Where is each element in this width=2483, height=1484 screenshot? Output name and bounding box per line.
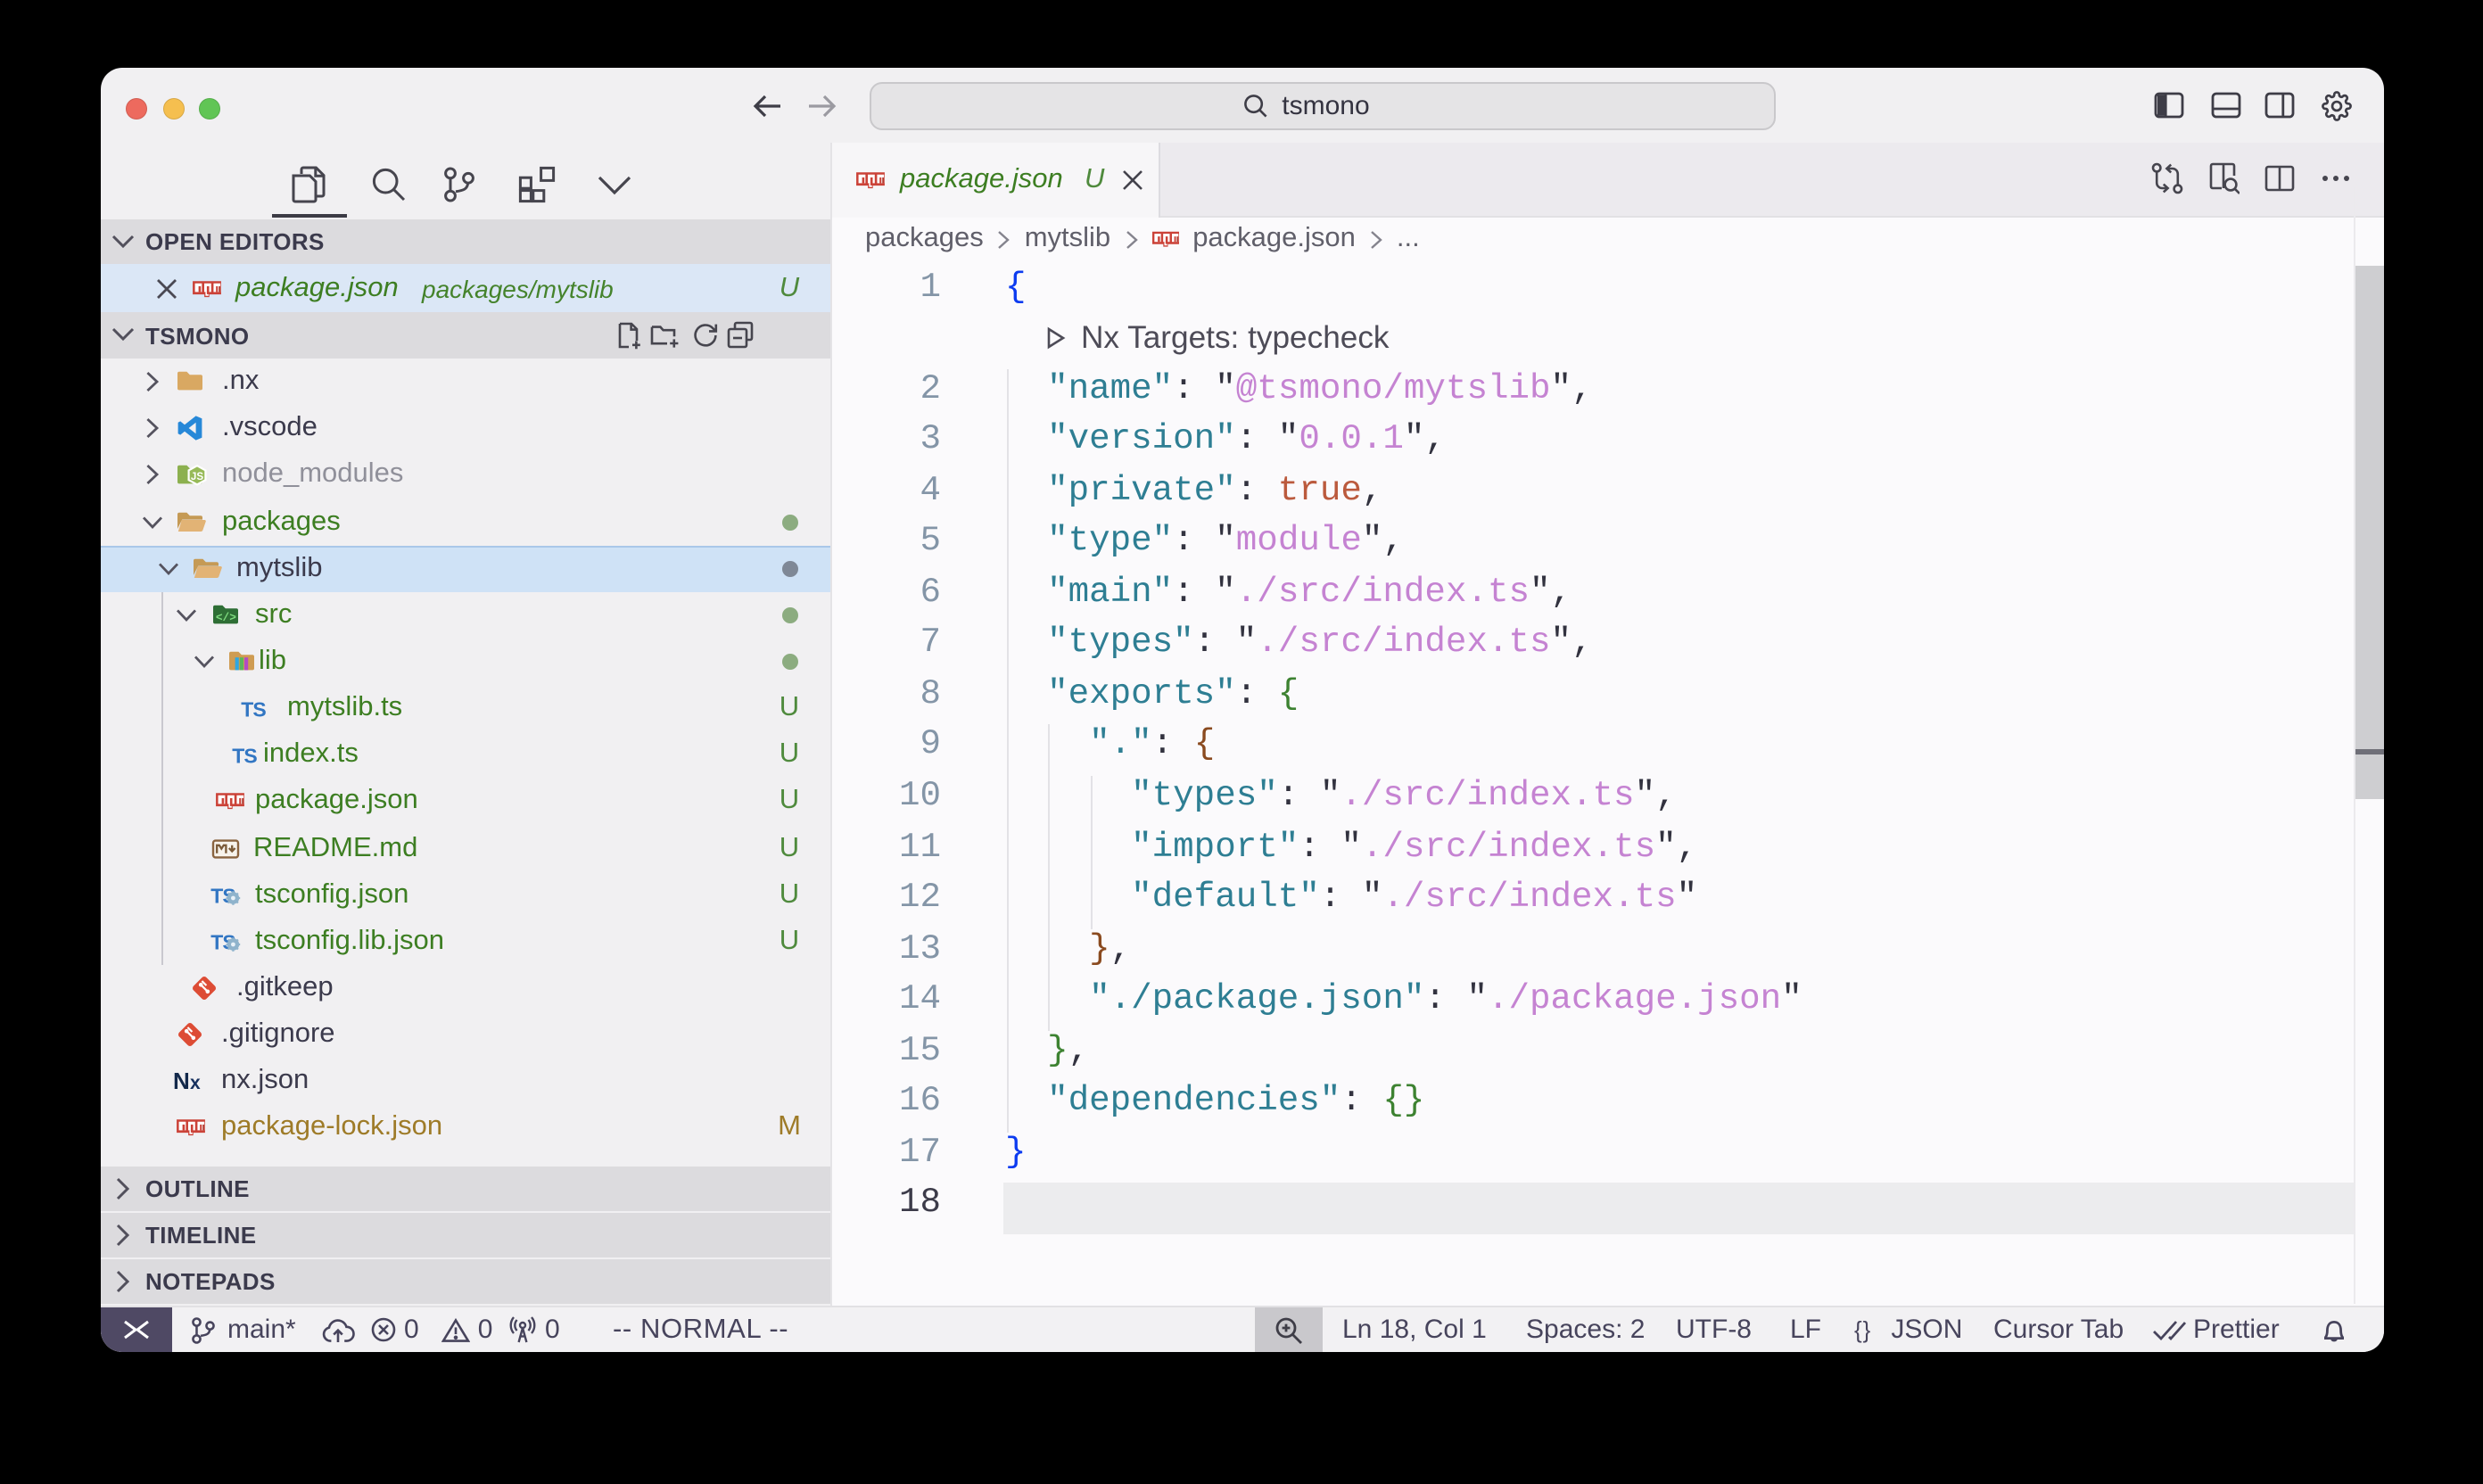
svg-text:JS: JS — [191, 472, 203, 483]
svg-text:TS: TS — [232, 745, 257, 767]
svg-text:</>: </> — [215, 610, 235, 623]
svg-text:TS: TS — [242, 698, 267, 721]
svg-text:N: N — [174, 1069, 189, 1094]
svg-text:x: x — [190, 1074, 201, 1094]
